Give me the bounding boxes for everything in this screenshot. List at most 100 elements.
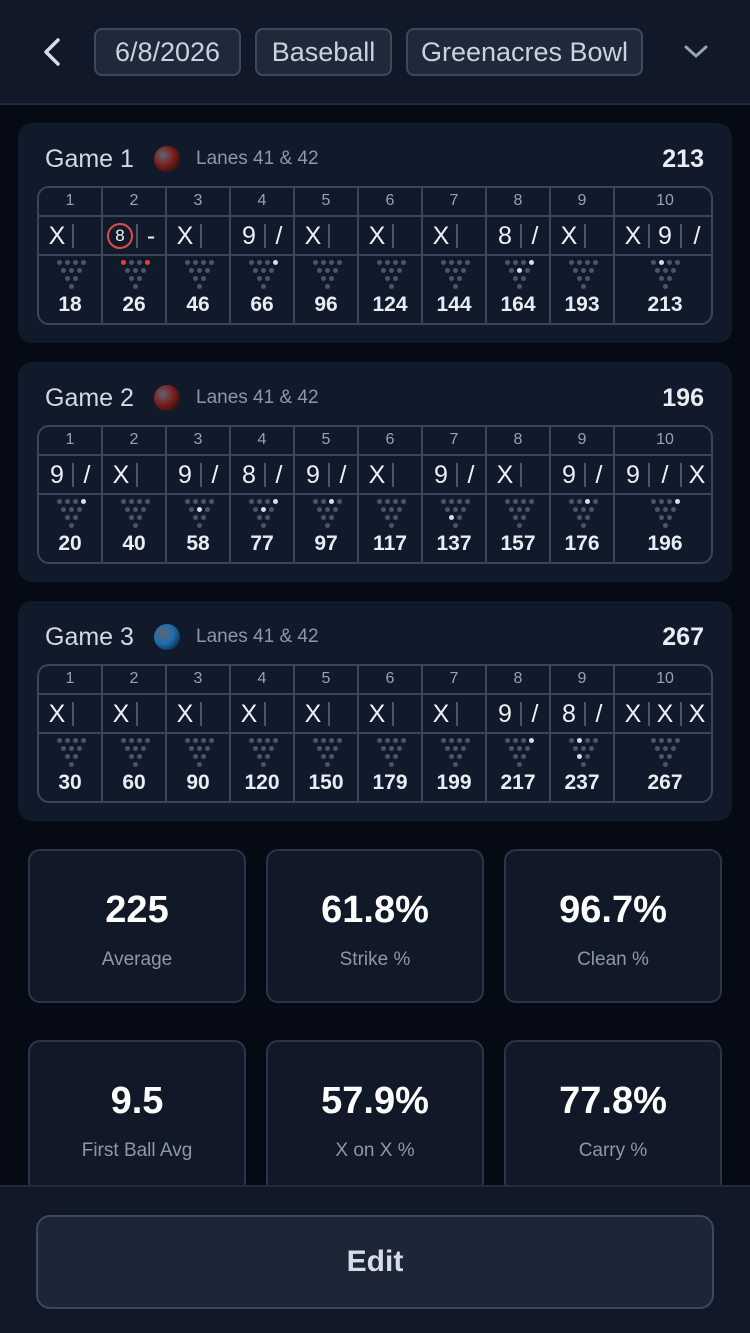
pin-dot: [384, 515, 390, 520]
frame[interactable]: 9 9 / 176: [551, 427, 615, 562]
frame-number: 4: [257, 670, 267, 687]
pin-dot: [384, 276, 390, 281]
frame[interactable]: 8 X 157: [487, 427, 551, 562]
frame[interactable]: 4 X 120: [231, 666, 295, 801]
frame[interactable]: 1 X 30: [39, 666, 103, 801]
date-chip[interactable]: 6/8/2026: [94, 28, 241, 76]
roll-mark: X: [432, 222, 450, 250]
frame[interactable]: 2 8- 26: [103, 188, 167, 323]
pin-dot: [380, 507, 386, 512]
frame-score: 90: [186, 771, 210, 794]
expand-button[interactable]: [676, 32, 716, 72]
frame[interactable]: 5 X 150: [295, 666, 359, 801]
frame[interactable]: 7 9 / 137: [423, 427, 487, 562]
pin-dot: [328, 276, 334, 281]
stat-card[interactable]: 9.5 First Ball Avg: [28, 1040, 246, 1194]
pin-dot: [200, 276, 206, 281]
stat-card[interactable]: 57.9% X on X %: [266, 1040, 484, 1194]
frame[interactable]: 10 9 / X 196: [615, 427, 711, 562]
frame-number: 7: [449, 431, 459, 448]
pin-dot: [328, 260, 334, 265]
stat-card[interactable]: 61.8% Strike %: [266, 849, 484, 1003]
event-chip[interactable]: Baseball: [255, 28, 392, 76]
frame[interactable]: 6 X 179: [359, 666, 423, 801]
game-card[interactable]: Game 3 Lanes 41 & 42 267 1 X 30 2 X 60 3 X 90 4 X 120 5…: [18, 601, 732, 821]
pin-dot: [580, 523, 586, 528]
pin-dot: [662, 523, 668, 528]
frame[interactable]: 8 9 / 217: [487, 666, 551, 801]
pin-dot: [448, 515, 454, 520]
frame[interactable]: 4 8 / 77: [231, 427, 295, 562]
stat-value: 61.8%: [321, 889, 429, 931]
frame[interactable]: 6 X 117: [359, 427, 423, 562]
pin-dot: [674, 499, 680, 504]
bottom-bar: Edit: [0, 1185, 750, 1333]
stat-card[interactable]: 77.8% Carry %: [504, 1040, 722, 1194]
roll-mark: X: [624, 700, 642, 728]
game-card[interactable]: Game 1 Lanes 41 & 42 213 1 X 18 2 8-26 3 X 46 4 9/66…: [18, 123, 732, 343]
roll-mark: X: [112, 700, 130, 728]
pin-dot: [196, 284, 202, 289]
frame[interactable]: 9 8 / 237: [551, 666, 615, 801]
pin-dot: [68, 507, 74, 512]
pin-diagram: [103, 738, 165, 768]
pin-diagram: [359, 499, 421, 529]
roll-mark: X: [368, 700, 386, 728]
frame[interactable]: 5 X 96: [295, 188, 359, 323]
frame[interactable]: 3 9 / 58: [167, 427, 231, 562]
frame[interactable]: 10 X X X 267: [615, 666, 711, 801]
pin-dot: [666, 738, 672, 743]
roll-mark: 8: [242, 461, 256, 489]
pin-dot: [448, 276, 454, 281]
frame[interactable]: 6 X 124: [359, 188, 423, 323]
pin-dot: [120, 738, 126, 743]
pin-diagram: [487, 260, 549, 290]
pin-dot: [584, 515, 590, 520]
roll-mark: X: [656, 700, 674, 728]
stat-card[interactable]: 96.7% Clean %: [504, 849, 722, 1003]
roll-mark: 9: [242, 222, 256, 250]
back-button[interactable]: [30, 30, 74, 74]
stat-card[interactable]: 225 Average: [28, 849, 246, 1003]
pin-dot: [396, 507, 402, 512]
frame[interactable]: 7 X 144: [423, 188, 487, 323]
pin-dot: [268, 268, 274, 273]
frame[interactable]: 9 X 193: [551, 188, 615, 323]
pin-dot: [272, 738, 278, 743]
frame[interactable]: 4 9 / 66: [231, 188, 295, 323]
chevron-left-icon: [44, 38, 60, 66]
lanes-label: Lanes 41 & 42: [196, 148, 319, 169]
pin-dot: [512, 260, 518, 265]
edit-button[interactable]: Edit: [36, 1215, 714, 1309]
pin-dot: [662, 762, 668, 767]
frame[interactable]: 10 X 9 / 213: [615, 188, 711, 323]
frame[interactable]: 2 X 60: [103, 666, 167, 801]
frame[interactable]: 2 X 40: [103, 427, 167, 562]
frame-number: 1: [65, 192, 75, 209]
frame-score: 199: [436, 771, 472, 794]
venue-chip[interactable]: Greenacres Bowl: [406, 28, 643, 76]
pin-dot: [568, 738, 574, 743]
pin-dot: [72, 738, 78, 743]
frame[interactable]: 3 X 46: [167, 188, 231, 323]
frame[interactable]: 1 9 / 20: [39, 427, 103, 562]
pin-dot: [584, 276, 590, 281]
frame[interactable]: 1 X 18: [39, 188, 103, 323]
pin-dot: [132, 523, 138, 528]
frame[interactable]: 5 9 / 97: [295, 427, 359, 562]
frame[interactable]: 7 X 199: [423, 666, 487, 801]
frame-number: 1: [65, 431, 75, 448]
game-card[interactable]: Game 2 Lanes 41 & 42 196 1 9/20 2 X 40 3 9/58 4 8/7…: [18, 362, 732, 582]
frame[interactable]: 3 X 90: [167, 666, 231, 801]
pin-dot: [400, 738, 406, 743]
frame[interactable]: 8 8 / 164: [487, 188, 551, 323]
pin-dot: [196, 762, 202, 767]
pin-dot: [328, 754, 334, 759]
top-bar: 6/8/2026 Baseball Greenacres Bowl: [0, 0, 750, 105]
game-total-score: 213: [662, 145, 704, 173]
stat-label: Strike %: [339, 949, 411, 970]
roll-mark: X: [496, 461, 514, 489]
pin-dot: [128, 754, 134, 759]
frame-number: 5: [321, 192, 331, 209]
pin-dot: [264, 738, 270, 743]
